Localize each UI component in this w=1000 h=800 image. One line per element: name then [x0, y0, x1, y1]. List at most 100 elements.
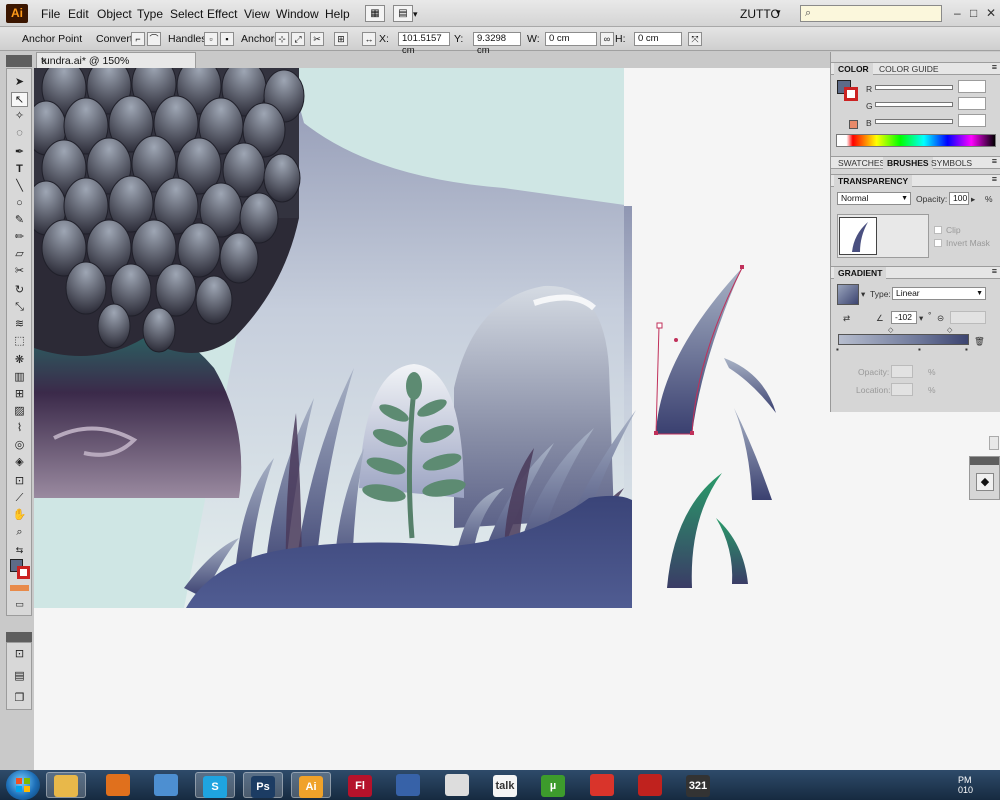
gradient-midpoint-icon[interactable]: ◇ — [888, 326, 893, 334]
transparency-panel-menu-icon[interactable]: ≡ — [992, 174, 997, 184]
artboard-tool-icon[interactable]: ⊡ — [11, 474, 28, 489]
maximize-button[interactable]: □ — [970, 6, 977, 20]
minimize-button[interactable]: – — [954, 6, 961, 20]
start-button[interactable] — [6, 770, 40, 800]
selection-tool-icon[interactable]: ➤ — [11, 75, 28, 90]
opacity-input[interactable]: 100 — [949, 192, 969, 205]
anchors-remove-icon[interactable]: ⊹ — [275, 32, 289, 46]
clip-checkbox[interactable] — [934, 226, 942, 234]
taskbar-explorer-button[interactable] — [46, 772, 86, 798]
paintbrush-tool-icon[interactable]: ✎ — [11, 213, 28, 228]
eraser-tool-icon[interactable]: ▱ — [11, 247, 28, 262]
free-transform-tool-icon[interactable]: ⬚ — [11, 334, 28, 349]
align-icon[interactable]: ⊞ — [334, 32, 348, 46]
gradient-type-select[interactable]: Linear ▼ — [892, 287, 986, 300]
color-spectrum[interactable] — [836, 134, 996, 147]
invert-mask-checkbox[interactable] — [934, 239, 942, 247]
scissors-tool-icon[interactable]: ✂ — [11, 264, 28, 279]
gradient-angle-input[interactable]: -102 — [891, 311, 917, 324]
gradient-preview-swatch[interactable] — [837, 284, 859, 305]
taskbar-runner-button[interactable] — [437, 772, 477, 798]
gradient-panel-menu-icon[interactable]: ≡ — [992, 266, 997, 276]
gradient-title[interactable]: GRADIENT — [834, 267, 887, 279]
pencil-tool-icon[interactable]: ✏ — [11, 230, 28, 245]
menu-help[interactable]: Help — [325, 7, 350, 21]
direct-selection-tool-icon[interactable]: ↖ — [11, 92, 28, 107]
taskbar-photoshop-button[interactable]: Ps — [243, 772, 283, 798]
convert-smooth-icon[interactable]: ⌒ — [147, 32, 161, 46]
artboards-icon[interactable]: ⊡ — [11, 647, 28, 662]
search-input[interactable]: ⌕ — [800, 5, 942, 22]
workspace-switcher[interactable]: ZUTTO — [740, 7, 780, 21]
pen-tool-icon[interactable]: ✒ — [11, 145, 28, 160]
menu-file[interactable]: File — [41, 7, 60, 21]
taskbar-acrobat-button[interactable] — [630, 772, 670, 798]
gradient-angle-dropdown-icon[interactable]: ▾ — [919, 313, 923, 324]
taskbar-illustrator-button[interactable]: Ai — [291, 772, 331, 798]
stroke-swatch-icon[interactable] — [17, 566, 30, 579]
menu-effect[interactable]: Effect — [207, 7, 237, 21]
lasso-tool-icon[interactable]: ◌ — [11, 126, 28, 141]
channel-g-input[interactable] — [958, 97, 986, 110]
mesh-tool-icon[interactable]: ⊞ — [11, 387, 28, 402]
type-tool-icon[interactable]: T — [11, 162, 28, 177]
handles-show-icon[interactable]: ▫ — [204, 32, 218, 46]
gradient-stop-right-icon[interactable]: ▪ — [965, 345, 968, 354]
color-stroke-swatch[interactable] — [844, 87, 858, 101]
menu-edit[interactable]: Edit — [68, 7, 89, 21]
scrollbar-thumb[interactable] — [989, 436, 999, 450]
gradient-tool-icon[interactable]: ▨ — [11, 404, 28, 419]
layers-icon[interactable]: ▤ — [11, 669, 28, 684]
system-clock[interactable]: PM 010 — [958, 775, 973, 795]
brushes-panel-menu-icon[interactable]: ≡ — [992, 156, 997, 166]
gradient-midpoint-2-icon[interactable]: ◇ — [947, 326, 952, 334]
magic-wand-tool-icon[interactable]: ✧ — [11, 109, 28, 124]
delete-stop-icon[interactable]: 🗑 — [974, 336, 985, 347]
menu-select[interactable]: Select — [170, 7, 203, 21]
tab-swatches[interactable]: SWATCHES — [834, 157, 889, 169]
artwork[interactable] — [34, 68, 830, 770]
tab-symbols[interactable]: SYMBOLS — [927, 157, 976, 169]
channel-g-slider[interactable] — [875, 102, 953, 107]
taskbar-talk-button[interactable]: talk — [485, 772, 525, 798]
opacity-arrow-icon[interactable]: ▸ — [971, 194, 975, 205]
tab-color[interactable]: COLOR — [834, 63, 873, 75]
close-window-button[interactable]: ✕ — [986, 6, 996, 20]
menu-view[interactable]: View — [244, 7, 270, 21]
tab-brushes[interactable]: BRUSHES — [883, 157, 933, 169]
canvas[interactable] — [34, 68, 830, 770]
channel-b-slider[interactable] — [875, 119, 953, 124]
x-input[interactable]: 101.5157 cm — [398, 32, 450, 56]
object-thumbnail[interactable] — [839, 217, 877, 255]
gradient-slider[interactable] — [838, 334, 969, 345]
channel-r-slider[interactable] — [875, 85, 953, 90]
hand-tool-icon[interactable]: ✋ — [11, 508, 28, 523]
document-tab[interactable]: tundra.ai* @ 150% (RGB/Preview) × — [36, 52, 196, 79]
column-graph-tool-icon[interactable]: ▥ — [11, 370, 28, 385]
h-input[interactable]: 0 cm — [634, 32, 682, 46]
secondary-toolbar-header[interactable] — [6, 632, 32, 642]
out-of-gamut-swatch[interactable] — [849, 120, 858, 129]
blend-mode-select[interactable]: Normal ▼ — [837, 192, 911, 205]
swap-fill-stroke-icon[interactable]: ⇆ — [11, 543, 28, 558]
taskbar-save-button[interactable] — [388, 772, 428, 798]
gradient-stop-mid-icon[interactable]: ▪ — [918, 345, 921, 354]
ellipse-tool-icon[interactable]: ○ — [11, 196, 28, 211]
isolate-icon[interactable]: ⤧ — [688, 32, 702, 46]
close-document-icon[interactable]: × — [41, 55, 47, 67]
reverse-gradient-icon[interactable]: ⇄ — [843, 313, 850, 324]
tab-color-guide[interactable]: COLOR GUIDE — [875, 63, 943, 75]
gradient-stop-left-icon[interactable]: ▪ — [836, 345, 839, 354]
channel-b-input[interactable] — [958, 114, 986, 127]
taskbar-flash-button[interactable]: Fl — [340, 772, 380, 798]
warp-tool-icon[interactable]: ≋ — [11, 317, 28, 332]
channel-r-input[interactable] — [958, 80, 986, 93]
rotate-tool-icon[interactable]: ↻ — [11, 283, 28, 298]
convert-corner-icon[interactable]: ⌐ — [131, 32, 145, 46]
stop-location-input[interactable] — [891, 383, 913, 396]
aspect-ratio-input[interactable] — [950, 311, 986, 324]
transparency-title[interactable]: TRANSPARENCY — [834, 175, 913, 187]
arrange-documents-icon[interactable]: ▤ — [393, 5, 413, 22]
blend-tool-icon[interactable]: ◎ — [11, 438, 28, 453]
anchors-cut-icon[interactable]: ✂ — [310, 32, 324, 46]
